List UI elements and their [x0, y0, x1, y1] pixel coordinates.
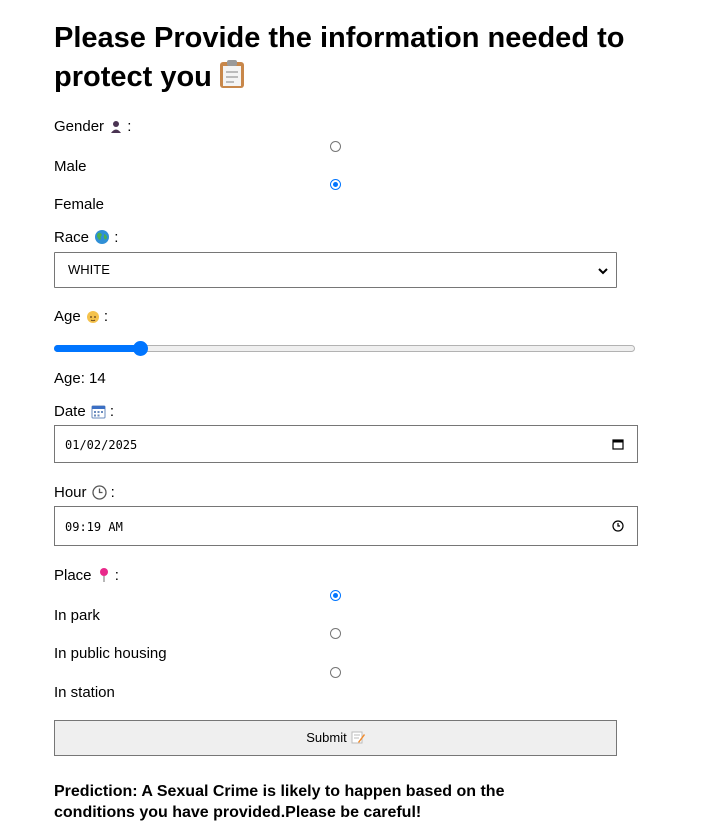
- gender-female-label: Female: [54, 196, 105, 213]
- colon: :: [105, 403, 115, 420]
- submit-button[interactable]: Submit: [54, 720, 617, 756]
- gender-label: Gender :: [54, 118, 131, 139]
- gender-label-text: Gender: [54, 118, 105, 135]
- race-label-text: Race: [54, 229, 90, 246]
- place-station-radio[interactable]: [330, 667, 341, 678]
- age-slider-fill: [54, 345, 141, 352]
- colon: :: [110, 229, 119, 246]
- place-public-housing-radio[interactable]: [330, 628, 341, 639]
- race-label: Race :: [54, 229, 118, 250]
- hour-input-value: 09:19 AM: [65, 520, 123, 534]
- page-title-text: Please Provide the information needed to…: [54, 22, 625, 93]
- page-title: Please Provide the information needed to…: [54, 19, 654, 100]
- place-public-housing-label: In public housing: [54, 645, 167, 662]
- date-label-text: Date: [54, 403, 86, 420]
- colon: :: [123, 118, 132, 135]
- hour-label: Hour :: [54, 484, 115, 505]
- time-picker-icon[interactable]: [612, 519, 624, 537]
- race-select[interactable]: WHITE: [54, 252, 617, 288]
- date-input[interactable]: 01/02/2025: [54, 425, 638, 463]
- chevron-down-icon: [597, 264, 609, 282]
- age-label-text: Age: [54, 308, 81, 325]
- age-slider-thumb[interactable]: [133, 341, 149, 356]
- hour-label-text: Hour: [54, 484, 87, 501]
- clock-icon: [91, 485, 107, 505]
- calendar-picker-icon[interactable]: [612, 437, 624, 455]
- place-park-label: In park: [54, 607, 100, 624]
- age-label: Age :: [54, 308, 108, 329]
- colon: :: [110, 567, 119, 584]
- date-input-value: 01/02/2025: [65, 438, 138, 452]
- submit-button-label: Submit: [306, 730, 347, 745]
- hour-input[interactable]: 09:19 AM: [54, 506, 638, 546]
- prediction-text: Prediction: A Sexual Crime is likely to …: [54, 783, 505, 821]
- race-select-value: WHITE: [68, 262, 110, 277]
- memo-icon: [351, 723, 365, 757]
- colon: :: [99, 308, 109, 325]
- place-label-text: Place: [54, 567, 92, 584]
- calendar-icon: [91, 404, 106, 424]
- age-value-text: Age: 14: [54, 370, 106, 387]
- gender-female-radio[interactable]: [330, 179, 341, 190]
- person-icon: [109, 120, 123, 139]
- globe-icon: [94, 229, 110, 250]
- place-park-radio[interactable]: [330, 590, 341, 601]
- place-station-label: In station: [54, 684, 115, 701]
- gender-male-radio[interactable]: [330, 141, 341, 152]
- baby-icon: [86, 310, 100, 329]
- pushpin-icon: [97, 567, 111, 588]
- place-label: Place :: [54, 567, 119, 588]
- clipboard-icon: [218, 59, 246, 100]
- colon: :: [106, 484, 115, 501]
- date-label: Date :: [54, 403, 114, 424]
- gender-male-label: Male: [54, 158, 87, 175]
